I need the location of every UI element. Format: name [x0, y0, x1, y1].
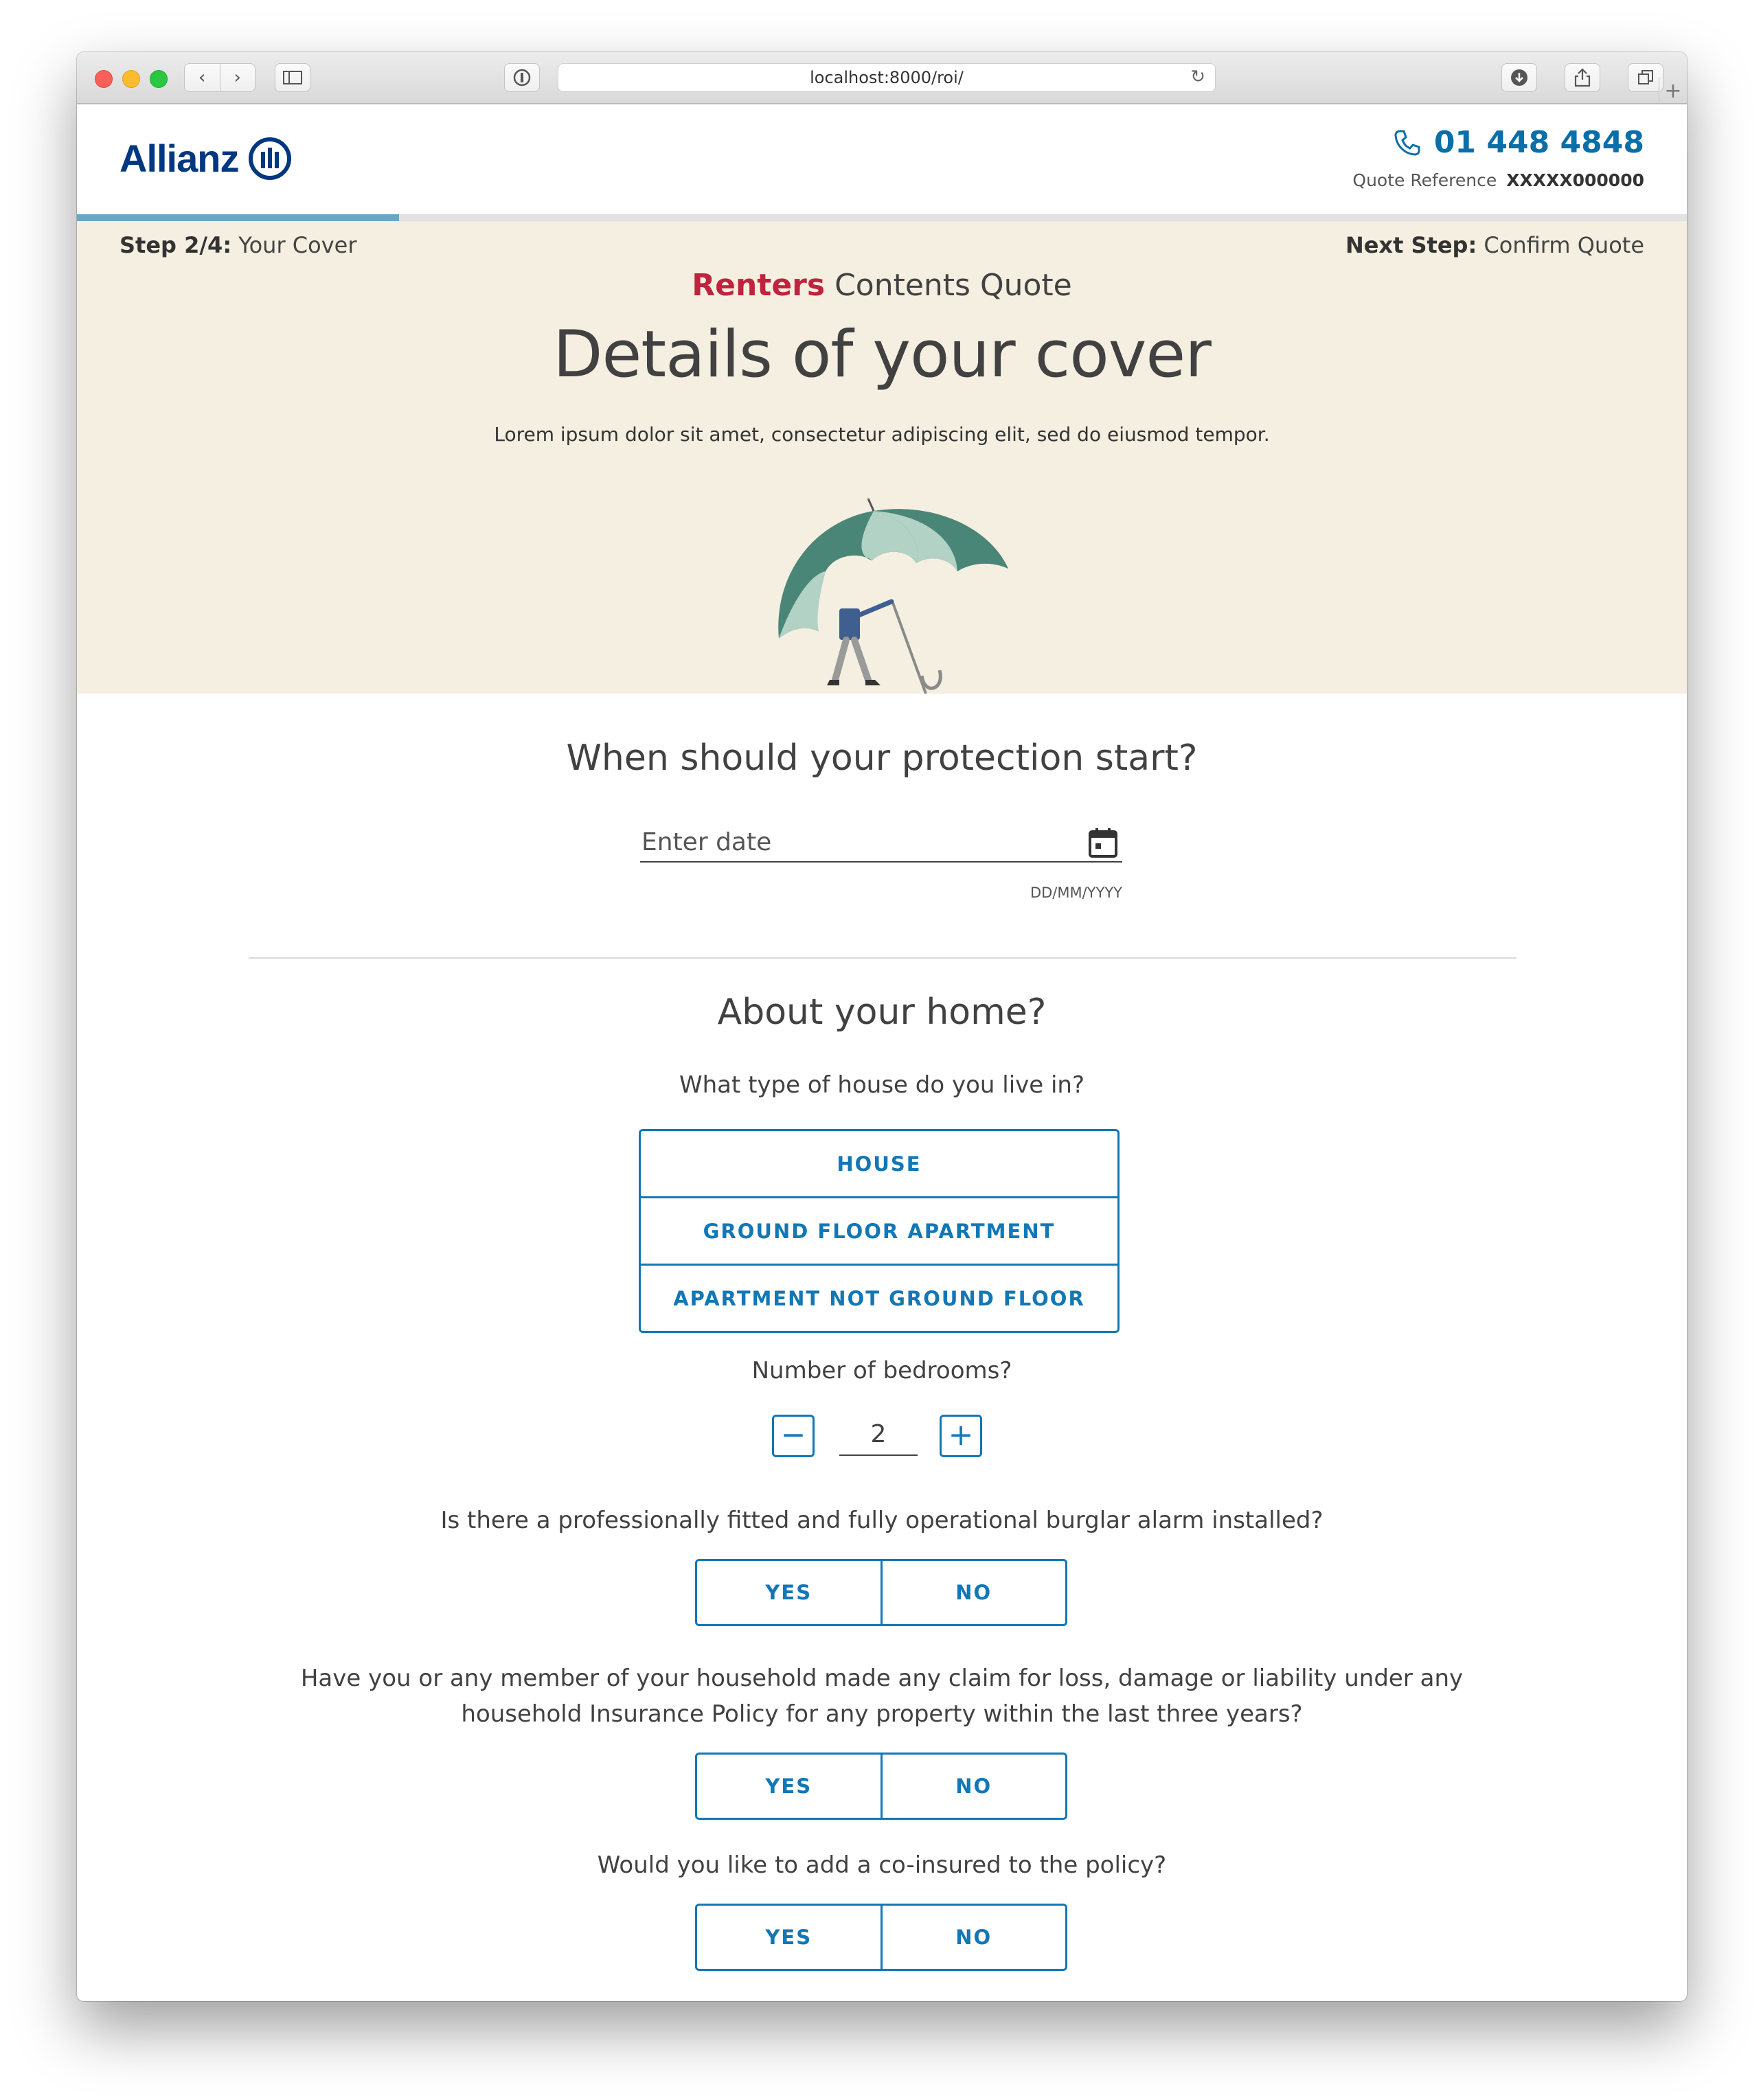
hero-section: Step 2/4: Your Cover Next Step: Confirm …	[77, 221, 1687, 694]
phone-icon	[1394, 130, 1420, 155]
brand-name: Allianz	[120, 137, 239, 180]
forward-icon[interactable]: ›	[219, 64, 255, 91]
date-format-hint: DD/MM/YYYY	[1030, 884, 1122, 901]
house-type-option-apartment-not-ground-floor[interactable]: APARTMENT NOT GROUND FLOOR	[641, 1264, 1117, 1331]
calendar-icon[interactable]	[1088, 827, 1118, 858]
current-step-name: Your Cover	[238, 232, 357, 258]
close-window-button[interactable]	[95, 70, 113, 88]
quote-reference: Quote Reference XXXXX000000	[1352, 170, 1644, 190]
alarm-yes-button[interactable]: YES	[697, 1561, 880, 1624]
next-step-label: Next Step:	[1345, 232, 1477, 258]
progress-bar	[77, 214, 1687, 221]
umbrella-person-illustration	[778, 498, 1008, 694]
house-type-options: HOUSE GROUND FLOOR APARTMENT APARTMENT N…	[639, 1129, 1120, 1333]
product-rest: Contents Quote	[834, 268, 1072, 303]
brand-logo[interactable]: Allianz	[120, 136, 292, 181]
phone-number[interactable]: 01 448 4848	[1434, 125, 1644, 160]
quote-ref-value: XXXXX000000	[1506, 170, 1644, 190]
browser-toolbar: ‹ › localhost:8000/roi/ ↻ +	[77, 52, 1687, 104]
page-title: Details of your cover	[553, 317, 1212, 392]
page-subtitle: Lorem ipsum dolor sit amet, consectetur …	[494, 423, 1270, 446]
coinsured-yes-button[interactable]: YES	[697, 1906, 880, 1969]
share-icon[interactable]	[1565, 63, 1600, 92]
new-tab-icon[interactable]: +	[1659, 77, 1687, 104]
quote-ref-label: Quote Reference	[1352, 170, 1497, 190]
current-step: Step 2/4: Your Cover	[120, 232, 356, 258]
claims-yes-button[interactable]: YES	[697, 1755, 880, 1818]
claims-question-line2: household Insurance Policy for any prope…	[461, 1700, 1303, 1728]
next-step-name: Confirm Quote	[1484, 232, 1644, 258]
coinsured-yes-no: YES NO	[695, 1904, 1067, 1971]
product-accent: Renters	[692, 268, 826, 303]
address-bar[interactable]: localhost:8000/roi/ ↻	[558, 63, 1216, 92]
back-icon[interactable]: ‹	[185, 64, 220, 91]
browser-window: ‹ › localhost:8000/roi/ ↻ + Allianz 01 4…	[77, 52, 1687, 2001]
bedrooms-question: Number of bedrooms?	[751, 1357, 1012, 1384]
claims-yes-no: YES NO	[695, 1753, 1067, 1820]
address-url: localhost:8000/roi/	[810, 68, 964, 87]
site-header: Allianz 01 448 4848 Quote Reference XXXXX…	[77, 104, 1687, 214]
start-date-field[interactable]	[640, 824, 1122, 863]
house-type-question: What type of house do you live in?	[679, 1071, 1085, 1099]
bedrooms-value[interactable]: 2	[839, 1415, 918, 1456]
claims-question-line1: Have you or any member of your household…	[300, 1665, 1464, 1692]
bedrooms-decrement-button[interactable]: −	[772, 1415, 815, 1457]
alarm-yes-no: YES NO	[695, 1559, 1067, 1626]
progress-fill	[77, 214, 399, 221]
alarm-question: Is there a professionally fitted and ful…	[440, 1507, 1323, 1534]
downloads-icon[interactable]	[1501, 63, 1537, 92]
history-nav: ‹ ›	[184, 63, 255, 92]
alarm-no-button[interactable]: NO	[880, 1561, 1066, 1624]
allianz-eagle-icon	[249, 137, 292, 180]
home-heading: About your home?	[717, 992, 1047, 1033]
house-type-option-house[interactable]: HOUSE	[641, 1131, 1117, 1196]
house-type-option-ground-floor-apartment[interactable]: GROUND FLOOR APARTMENT	[641, 1196, 1117, 1264]
claims-no-button[interactable]: NO	[880, 1755, 1066, 1818]
coinsured-question: Would you like to add a co-insured to th…	[597, 1851, 1167, 1879]
bedrooms-increment-button[interactable]: +	[940, 1415, 982, 1457]
section-divider	[249, 957, 1516, 959]
next-step: Next Step: Confirm Quote	[1345, 232, 1644, 258]
fullscreen-window-button[interactable]	[150, 70, 168, 88]
password-manager-icon[interactable]	[504, 63, 540, 92]
start-date-input[interactable]	[640, 824, 1069, 860]
start-date-heading: When should your protection start?	[566, 738, 1198, 779]
current-step-label: Step 2/4:	[120, 232, 232, 258]
reload-icon[interactable]: ↻	[1190, 67, 1205, 87]
coinsured-no-button[interactable]: NO	[880, 1906, 1066, 1969]
sidebar-toggle-icon[interactable]	[275, 63, 310, 92]
minimize-window-button[interactable]	[122, 70, 140, 88]
phone-contact[interactable]: 01 448 4848	[1393, 125, 1644, 160]
product-name: Renters Contents Quote	[77, 268, 1687, 303]
